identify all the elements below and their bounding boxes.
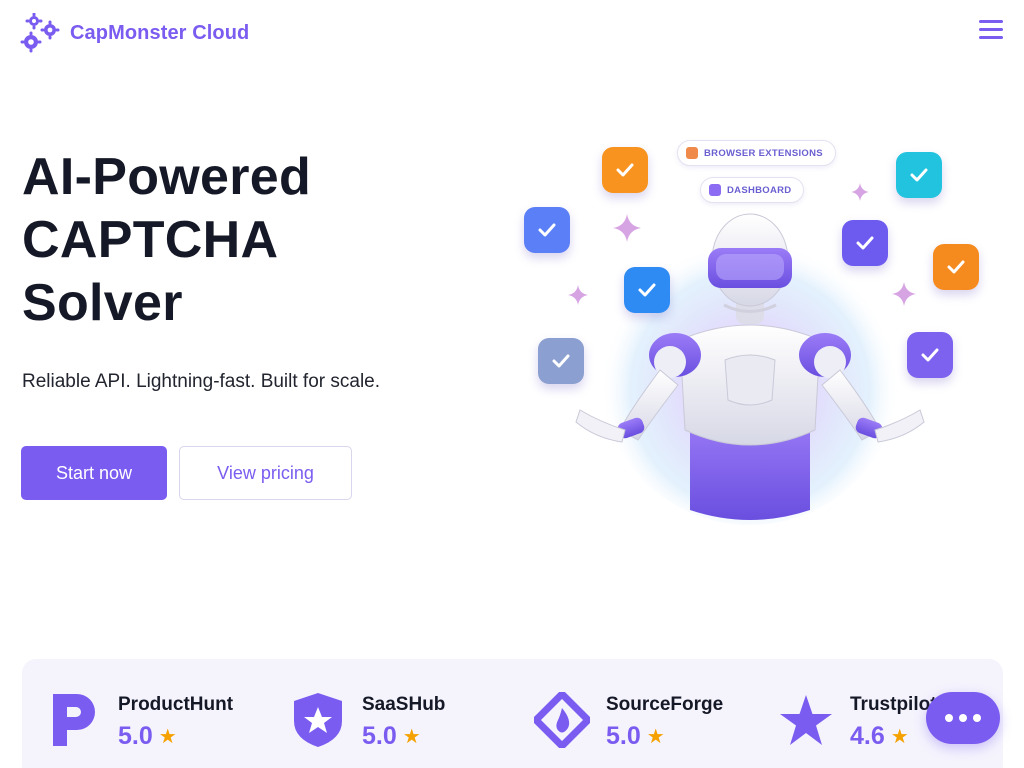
- sourceforge-icon: [534, 691, 590, 749]
- check-icon: [947, 260, 965, 274]
- hero-subtitle: Reliable API. Lightning-fast. Built for …: [22, 371, 381, 392]
- rating-trustpilot[interactable]: Trustpilot 4.6 ★: [778, 691, 937, 751]
- rating-producthunt[interactable]: ProductHunt 5.0 ★: [46, 691, 233, 751]
- view-pricing-button[interactable]: View pricing: [179, 446, 352, 500]
- check-tile: [602, 147, 648, 193]
- hero-title-line: AI-Powered: [22, 148, 312, 206]
- hero-title-line: CAPTCHA: [22, 211, 279, 269]
- sparkle-icon: [851, 183, 869, 201]
- hamburger-bar: [979, 28, 1003, 31]
- rating-name: Trustpilot: [850, 694, 937, 715]
- window-icon: [709, 184, 721, 196]
- hamburger-menu-button[interactable]: [976, 20, 1006, 46]
- brand-logo[interactable]: CapMonster Cloud: [20, 13, 249, 53]
- browser-extensions-pill: BROWSER EXTENSIONS: [677, 140, 836, 166]
- rating-name: ProductHunt: [118, 694, 234, 715]
- rating-score: 5.0: [606, 722, 641, 750]
- trustpilot-icon: [778, 691, 834, 749]
- star-icon: ★: [646, 725, 665, 748]
- puzzle-icon: [686, 147, 698, 159]
- hero-title-line: Solver: [22, 274, 183, 332]
- hamburger-bar: [979, 36, 1003, 39]
- dot: [973, 714, 981, 722]
- star-icon: ★: [402, 725, 421, 748]
- gears-icon: [20, 13, 60, 53]
- ratings-bar: ProductHunt 5.0 ★ SaaSHub 5.0 ★ SourceFo…: [22, 659, 1003, 768]
- rating-sourceforge[interactable]: SourceForge 5.0 ★: [534, 691, 723, 751]
- pill-label: DASHBOARD: [727, 184, 792, 196]
- chat-button[interactable]: [926, 692, 1000, 744]
- sparkle-icon: [568, 285, 588, 305]
- rating-score: 5.0: [362, 722, 397, 750]
- star-icon: ★: [890, 725, 909, 748]
- check-icon: [638, 283, 656, 297]
- check-tile: [624, 267, 670, 313]
- producthunt-icon: [46, 691, 102, 749]
- sparkle-icon: [613, 214, 641, 242]
- hamburger-icon: [979, 20, 1003, 23]
- check-tile: [538, 338, 584, 384]
- sparkle-icon: [892, 282, 916, 306]
- brand-name: CapMonster Cloud: [70, 21, 250, 44]
- check-icon: [921, 348, 939, 362]
- dot: [945, 714, 953, 722]
- hero-title: AI-Powered CAPTCHA Solver: [22, 146, 311, 335]
- start-now-button[interactable]: Start now: [21, 446, 167, 500]
- hero-illustration: BROWSER EXTENSIONS DASHBOARD: [510, 130, 1010, 530]
- rating-name: SourceForge: [606, 694, 724, 715]
- rating-score: 4.6: [850, 722, 885, 750]
- check-icon: [538, 223, 556, 237]
- check-icon: [616, 163, 634, 177]
- page: CapMonster Cloud AI-Powered CAPTCHA Solv…: [0, 0, 1024, 768]
- check-tile: [907, 332, 953, 378]
- saashub-icon: [290, 691, 346, 749]
- rating-saashub[interactable]: SaaSHub 5.0 ★: [290, 691, 445, 751]
- check-icon: [910, 168, 928, 182]
- star-icon: ★: [158, 725, 177, 748]
- pill-label: BROWSER EXTENSIONS: [704, 147, 823, 159]
- dot: [959, 714, 967, 722]
- check-tile: [896, 152, 942, 198]
- check-tile: [524, 207, 570, 253]
- check-icon: [856, 236, 874, 250]
- check-icon: [552, 354, 570, 368]
- dashboard-pill: DASHBOARD: [700, 177, 805, 203]
- rating-score: 5.0: [118, 722, 153, 750]
- check-tile: [933, 244, 979, 290]
- rating-name: SaaSHub: [362, 694, 446, 715]
- check-tile: [842, 220, 888, 266]
